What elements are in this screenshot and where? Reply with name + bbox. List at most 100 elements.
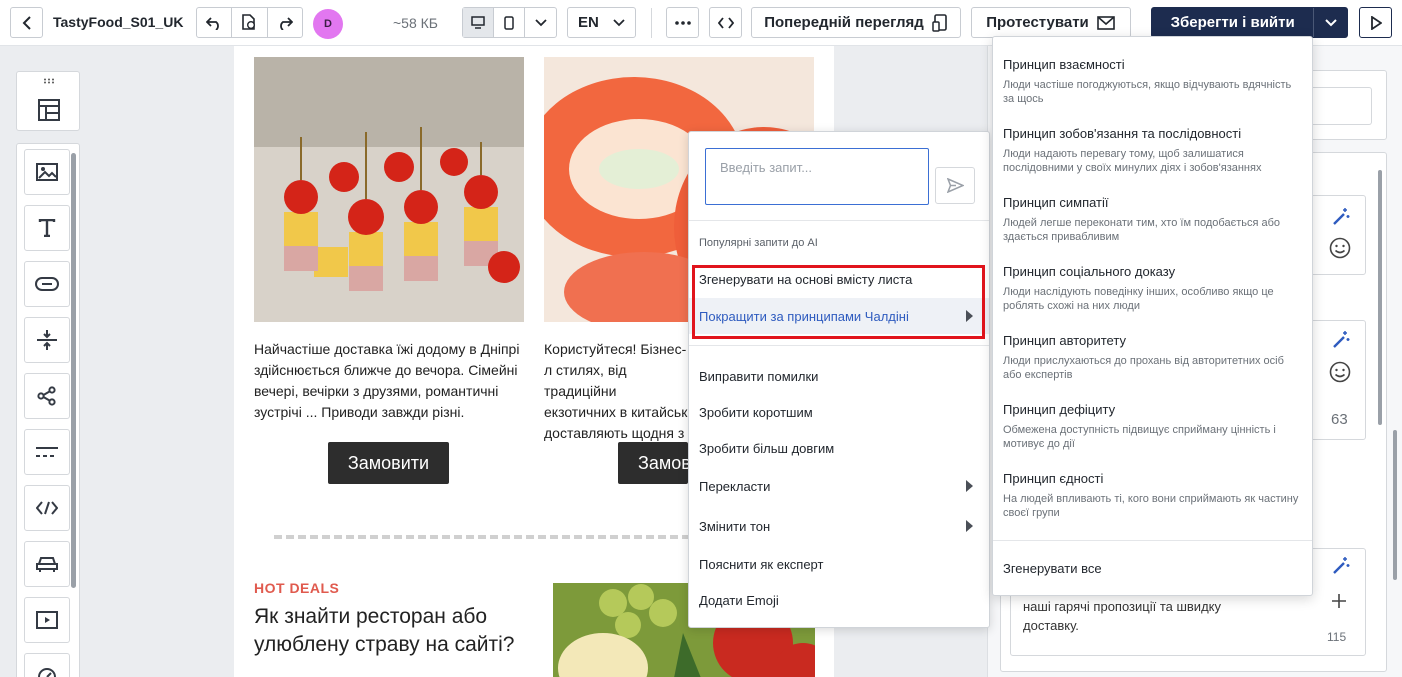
mobile-icon xyxy=(504,15,514,30)
emoji-icon[interactable] xyxy=(1329,361,1351,383)
hot-deals-title[interactable]: Як знайти ресторан або улюблену страву н… xyxy=(254,603,534,659)
text-block-button[interactable] xyxy=(24,205,70,251)
text-icon xyxy=(38,219,56,237)
principle-description: На людей впливають ті, кого вони сприйма… xyxy=(1003,493,1299,519)
ai-item-shorten[interactable]: Зробити коротшим xyxy=(689,394,989,430)
html-block-button[interactable] xyxy=(24,485,70,531)
toolbar-divider xyxy=(651,8,652,38)
avatar[interactable]: D xyxy=(313,9,343,39)
timer-icon xyxy=(38,668,56,677)
more-dots-icon xyxy=(674,20,691,25)
ai-item-label: Перекласти xyxy=(699,478,771,494)
car-icon xyxy=(36,557,58,572)
button-block-button[interactable] xyxy=(24,261,70,307)
card1-description[interactable]: Найчастіше доставка їжі додому в Дніпрі … xyxy=(254,339,526,423)
button-icon xyxy=(35,277,59,291)
test-button[interactable]: Протестувати xyxy=(971,7,1131,38)
popular-requests-heading: Популярні запити до AI xyxy=(699,237,818,249)
text-field-3-content[interactable]: наші гарячі пропозиції та швидку доставк… xyxy=(1023,597,1273,635)
mobile-view-button[interactable] xyxy=(494,8,525,37)
save-exit-button[interactable]: Зберегти і вийти xyxy=(1151,7,1348,38)
ai-item-change-tone[interactable]: Змінити тон xyxy=(689,508,989,544)
order-button-2[interactable]: Замов xyxy=(618,442,688,484)
language-select[interactable]: EN xyxy=(567,7,636,38)
banner-block-button[interactable] xyxy=(24,541,70,587)
card2-description[interactable]: Користуйтеся! Бізнес-л стилях, від тради… xyxy=(544,339,689,444)
principle-unity[interactable]: Принцип єдності На людей впливають ті, к… xyxy=(1003,471,1303,520)
principle-title: Принцип взаємності xyxy=(1003,57,1125,72)
emoji-icon[interactable] xyxy=(1329,237,1351,259)
preview-label: Попередній перегляд xyxy=(764,14,924,31)
mail-send-icon xyxy=(1096,15,1115,30)
chevron-down-icon xyxy=(1324,18,1337,26)
plus-icon[interactable] xyxy=(1331,593,1347,609)
ai-item-label: Виправити помилки xyxy=(699,368,819,384)
order-button-1[interactable]: Замовити xyxy=(328,442,449,484)
toolbox-scrollbar[interactable] xyxy=(71,153,76,588)
save-options-button[interactable] xyxy=(1313,8,1347,37)
hot-deals-label[interactable]: HOT DEALS xyxy=(254,580,339,596)
redo-button[interactable] xyxy=(268,8,302,37)
code-icon xyxy=(36,501,58,515)
run-button[interactable] xyxy=(1359,7,1392,38)
preview-button[interactable]: Попередній перегляд xyxy=(751,7,961,38)
undo-button[interactable] xyxy=(197,8,233,37)
char-count-2: 115 xyxy=(1327,630,1347,644)
popup-divider xyxy=(689,220,989,221)
spacer-block-button[interactable] xyxy=(24,317,70,363)
social-block-button[interactable] xyxy=(24,373,70,419)
structure-icon[interactable] xyxy=(38,99,60,121)
code-editor-button[interactable] xyxy=(709,7,742,38)
principle-commitment[interactable]: Принцип зобов'язання та послідовності Лю… xyxy=(1003,126,1303,175)
ai-item-label: Змінити тон xyxy=(699,518,771,534)
submenu-arrow-icon xyxy=(966,520,973,532)
ai-send-button[interactable] xyxy=(935,167,975,204)
timer-block-button[interactable] xyxy=(24,653,70,677)
more-button[interactable] xyxy=(666,7,699,38)
menu-block-button[interactable] xyxy=(24,429,70,475)
spacer-icon xyxy=(37,330,57,350)
ai-item-fix-errors[interactable]: Виправити помилки xyxy=(689,358,989,394)
desktop-view-button[interactable] xyxy=(463,8,494,37)
video-block-button[interactable] xyxy=(24,597,70,643)
ai-magic-wand-icon[interactable] xyxy=(1331,330,1351,350)
canapes-image xyxy=(254,57,524,322)
food-image-canapes[interactable] xyxy=(254,57,524,322)
principle-description: Обмежена доступність підвищує сприйману … xyxy=(1003,424,1276,450)
principle-scarcity[interactable]: Принцип дефіциту Обмежена доступність пі… xyxy=(1003,402,1303,451)
structure-panel xyxy=(16,71,80,131)
save-exit-label: Зберегти і вийти xyxy=(1170,14,1295,31)
ai-item-label: Зробити більш довгим xyxy=(699,440,835,456)
ai-item-label: Додати Emoji xyxy=(699,592,779,608)
principle-reciprocity[interactable]: Принцип взаємності Люди частіше погоджую… xyxy=(1003,57,1303,106)
drag-handle-icon[interactable] xyxy=(43,78,55,84)
char-count-1: 63 xyxy=(1331,411,1348,428)
back-button[interactable] xyxy=(10,7,43,38)
redo-icon xyxy=(279,16,293,30)
ai-item-translate[interactable]: Перекласти xyxy=(689,468,989,504)
principle-description: Люди прислухаються до прохань від автори… xyxy=(1003,355,1284,381)
device-dropdown-button[interactable] xyxy=(525,8,556,37)
dashed-divider xyxy=(274,535,714,539)
video-icon xyxy=(36,611,58,629)
submenu-arrow-icon xyxy=(966,480,973,492)
ai-magic-wand-icon[interactable] xyxy=(1331,207,1351,227)
ai-item-lengthen[interactable]: Зробити більш довгим xyxy=(689,430,989,466)
ai-item-label: Зробити коротшим xyxy=(699,404,813,420)
submenu-divider xyxy=(993,540,1312,541)
principle-authority[interactable]: Принцип авторитету Люди прислухаються до… xyxy=(1003,333,1303,382)
history-button[interactable] xyxy=(232,8,268,37)
panel-scrollbar[interactable] xyxy=(1378,170,1382,425)
ai-assistant-popup: Введіть запит... Популярні запити до AI … xyxy=(688,131,990,628)
ai-prompt-input[interactable]: Введіть запит... xyxy=(705,148,929,205)
ai-item-add-emoji[interactable]: Додати Emoji xyxy=(689,582,989,618)
ai-magic-wand-icon[interactable] xyxy=(1331,556,1351,576)
principle-social-proof[interactable]: Принцип соціального доказу Люди наслідую… xyxy=(1003,264,1303,313)
generate-all-button[interactable]: Згенерувати все xyxy=(1003,561,1102,576)
image-block-button[interactable] xyxy=(24,149,70,195)
ai-item-explain-expert[interactable]: Пояснити як експерт xyxy=(689,546,989,582)
project-name: TastyFood_S01_UK xyxy=(53,14,184,30)
chevron-down-icon xyxy=(613,18,625,26)
principle-liking[interactable]: Принцип симпатії Людей легше переконати … xyxy=(1003,195,1303,244)
page-scrollbar[interactable] xyxy=(1393,430,1397,580)
